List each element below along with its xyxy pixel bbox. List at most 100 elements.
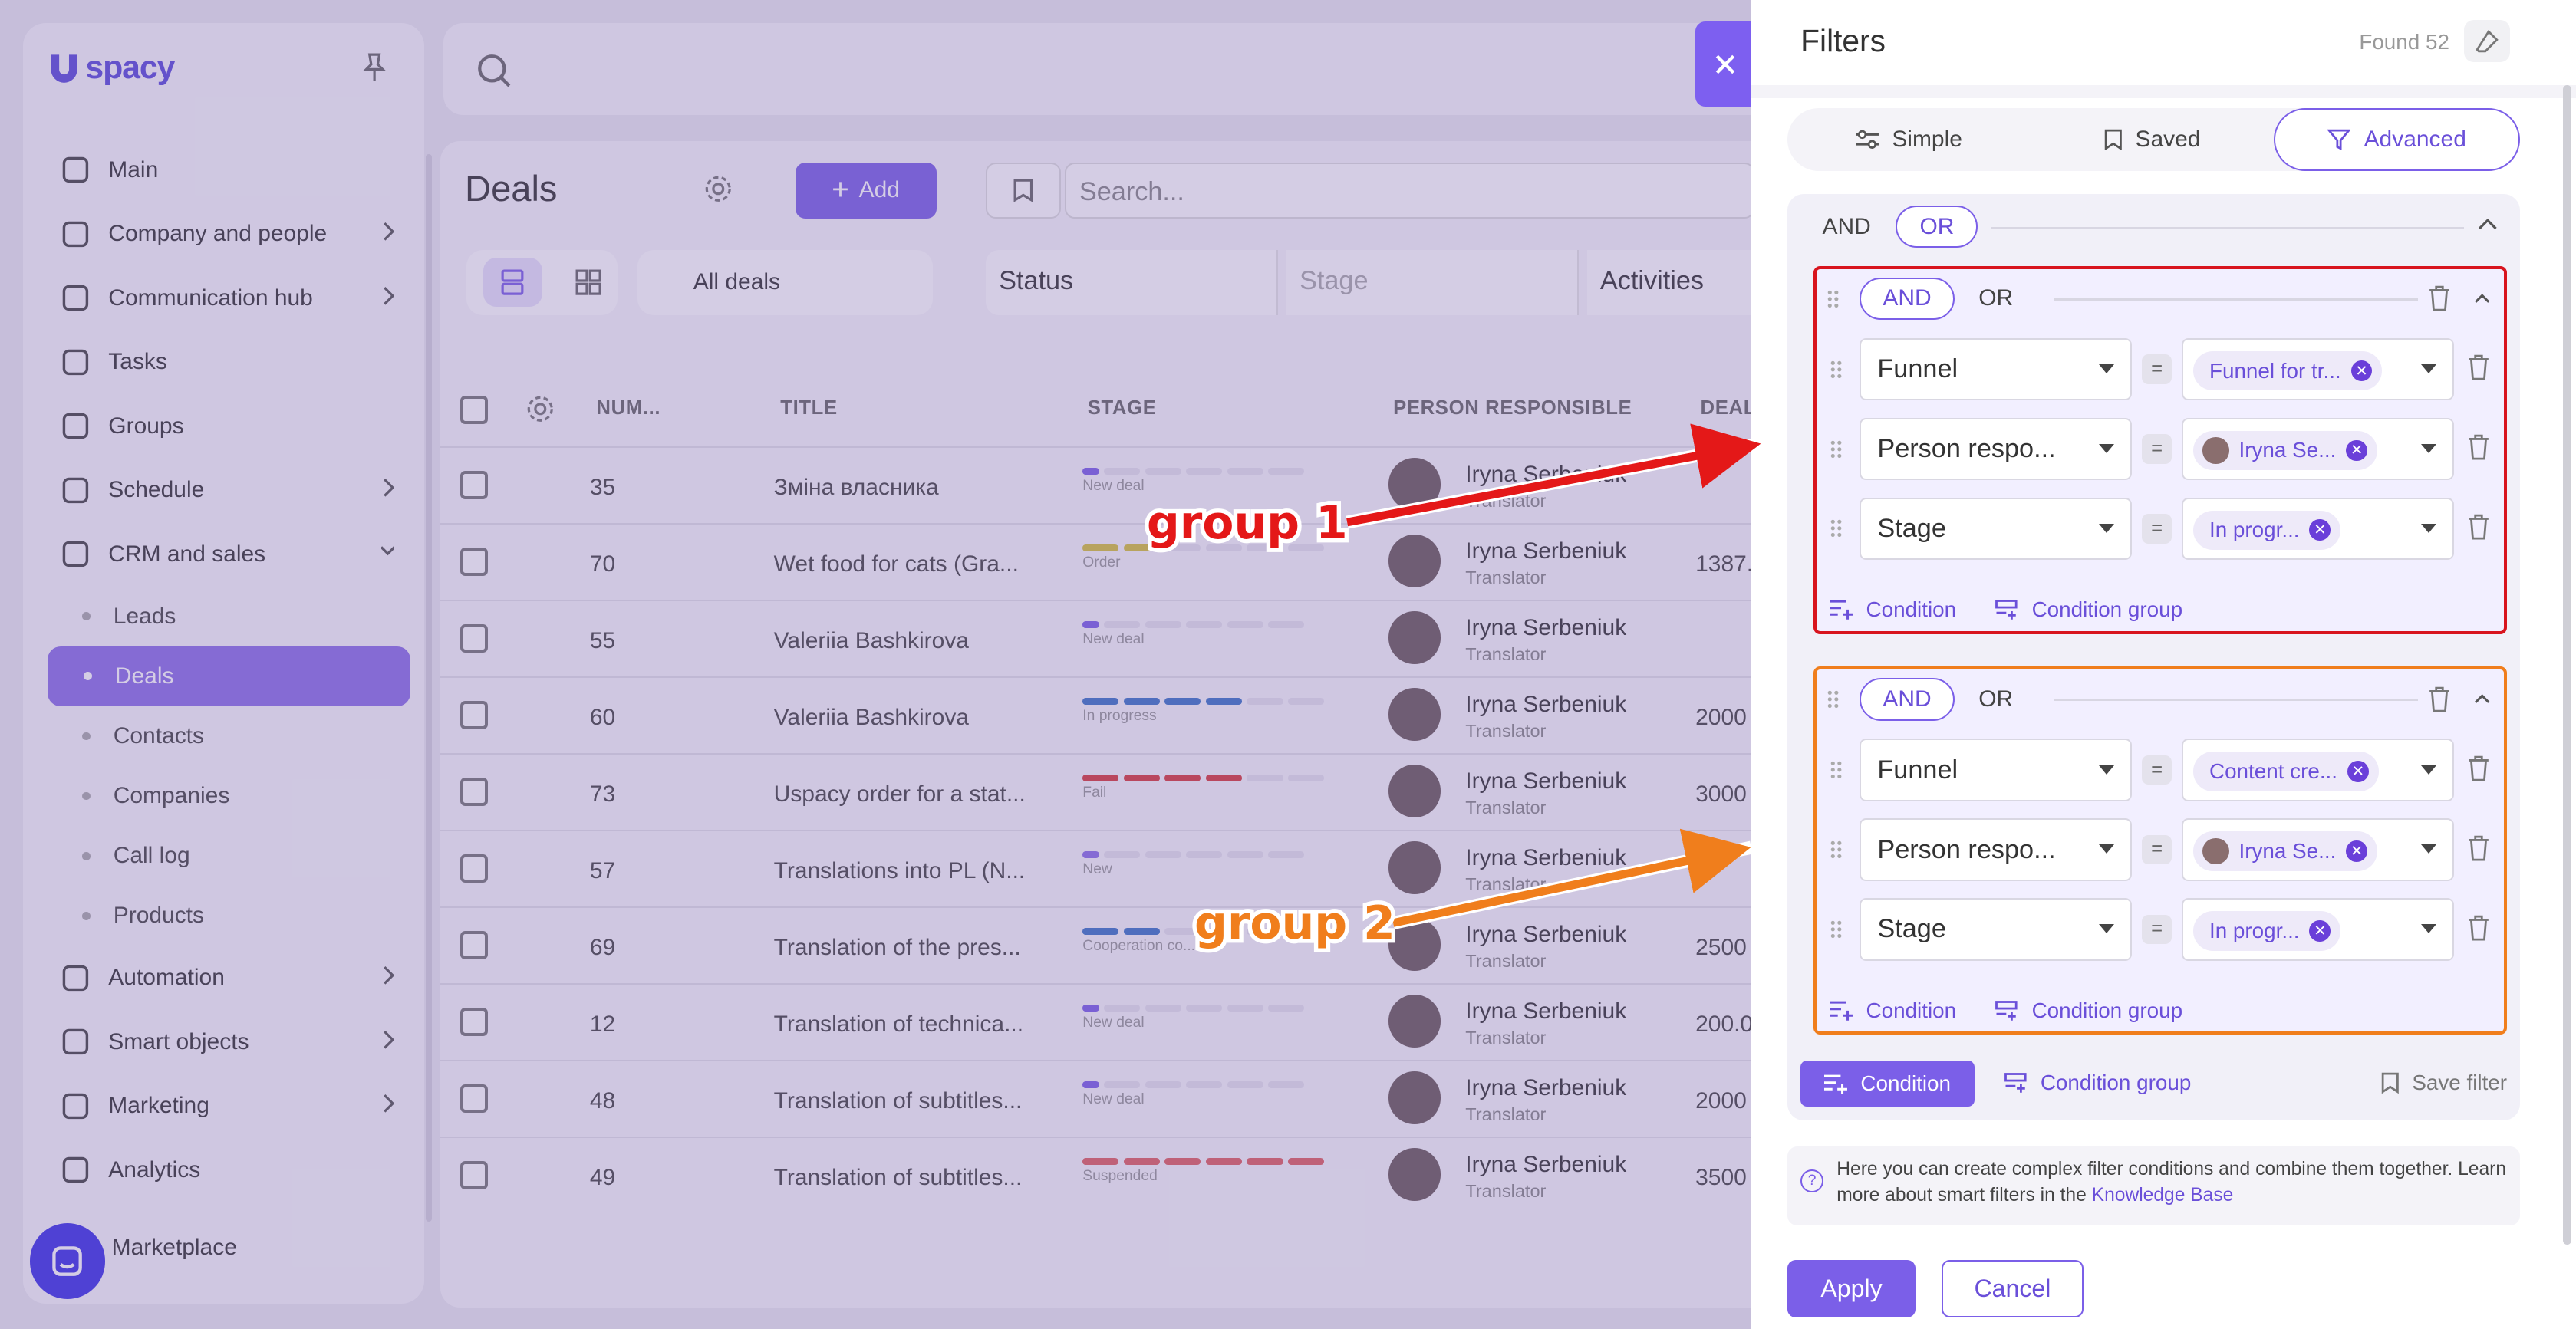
group-actions: Condition Condition group — [1830, 998, 2182, 1023]
equals-operator-icon[interactable]: = — [2142, 514, 2172, 544]
equals-operator-icon[interactable]: = — [2142, 755, 2172, 785]
group-add-condition-group-button[interactable]: Condition group — [1995, 597, 2182, 622]
drag-handle-icon[interactable] — [1830, 840, 1843, 860]
chip-label: In progr... — [2209, 518, 2300, 542]
delete-condition-trash-icon[interactable] — [2467, 434, 2490, 460]
remove-chip-icon[interactable]: ✕ — [2309, 519, 2331, 541]
panel-scrollbar[interactable] — [2562, 85, 2571, 1245]
group-add-condition-group-label: Condition group — [2031, 597, 2183, 622]
drag-handle-icon[interactable] — [1830, 919, 1843, 939]
group-add-condition-button[interactable]: Condition — [1830, 597, 1956, 622]
group-and-toggle[interactable]: AND — [1859, 277, 1955, 321]
equals-operator-icon[interactable]: = — [2142, 834, 2172, 865]
delete-condition-trash-icon[interactable] — [2467, 514, 2490, 540]
drag-handle-icon[interactable] — [1830, 439, 1843, 459]
delete-group-trash-icon[interactable] — [2428, 285, 2451, 311]
tab-advanced-label: Advanced — [2364, 127, 2466, 153]
field-label: Person respo... — [1877, 834, 2056, 864]
condition-field-select[interactable]: Person respo... — [1859, 417, 2133, 481]
close-icon — [1715, 54, 1734, 74]
condition-field-select[interactable]: Person respo... — [1859, 818, 2133, 881]
drag-handle-icon[interactable] — [1830, 518, 1843, 538]
panel-title: Filters — [1800, 22, 1886, 58]
condition-row: Funnel = Funnel for tr... ✕ — [1817, 337, 2506, 404]
field-label: Person respo... — [1877, 434, 2056, 463]
remove-chip-icon[interactable]: ✕ — [2350, 360, 2373, 382]
found-count: Found 52 — [2359, 29, 2449, 54]
value-chip: In progr... ✕ — [2192, 510, 2341, 550]
delete-group-trash-icon[interactable] — [2428, 686, 2451, 712]
condition-group-icon — [1995, 600, 2018, 620]
outer-actions: Condition Condition group Save filter — [1800, 1061, 2507, 1107]
save-filter-label: Save filter — [2412, 1071, 2508, 1095]
value-chip: Iryna Se... ✕ — [2192, 430, 2377, 471]
condition-field-select[interactable]: Funnel — [1859, 739, 2133, 801]
condition-value-select[interactable]: In progr... ✕ — [2181, 898, 2455, 961]
clear-filters-button[interactable] — [2464, 19, 2511, 63]
collapse-chevron-icon[interactable] — [2474, 692, 2490, 704]
group-add-condition-group-button[interactable]: Condition group — [1995, 998, 2182, 1023]
remove-chip-icon[interactable]: ✕ — [2346, 439, 2368, 462]
delete-condition-trash-icon[interactable] — [2467, 755, 2490, 781]
dropdown-caret-icon — [2420, 924, 2436, 933]
condition-field-select[interactable]: Funnel — [1859, 337, 2133, 401]
condition-value-select[interactable]: Content cre... ✕ — [2181, 739, 2455, 801]
delete-condition-trash-icon[interactable] — [2467, 915, 2490, 941]
add-condition-button[interactable]: Condition — [1800, 1061, 1975, 1107]
group-or-toggle[interactable]: OR — [1965, 278, 2027, 321]
condition-value-select[interactable]: In progr... ✕ — [2181, 497, 2455, 560]
filter-mode-tabs: Simple Saved Advanced — [1787, 108, 2521, 171]
group-or-toggle[interactable]: OR — [1965, 678, 2027, 721]
group-add-condition-button[interactable]: Condition — [1830, 998, 1956, 1023]
condition-row: Stage = In progr... ✕ — [1817, 497, 2506, 564]
annotation-group-2: group 2 — [1191, 893, 1400, 955]
tab-saved-label: Saved — [2135, 127, 2201, 153]
dropdown-caret-icon — [2099, 443, 2115, 453]
delete-condition-trash-icon[interactable] — [2467, 354, 2490, 380]
remove-chip-icon[interactable]: ✕ — [2309, 919, 2331, 942]
add-condition-group-button[interactable]: Condition group — [2004, 1071, 2192, 1095]
close-panel-button[interactable] — [1695, 21, 1755, 107]
group-add-condition-label: Condition — [1866, 597, 1957, 622]
chip-label: In progr... — [2209, 918, 2300, 942]
dropdown-caret-icon — [2099, 924, 2115, 933]
outer-and-toggle[interactable]: AND — [1807, 206, 1886, 248]
dropdown-caret-icon — [2099, 765, 2115, 775]
condition-value-select[interactable]: Funnel for tr... ✕ — [2181, 337, 2455, 401]
collapse-chevron-icon[interactable] — [2474, 292, 2490, 304]
collapse-chevron-icon[interactable] — [2478, 217, 2498, 230]
remove-chip-icon[interactable]: ✕ — [2346, 840, 2368, 862]
group-actions: Condition Condition group — [1830, 597, 2182, 622]
drag-handle-icon[interactable] — [1827, 689, 1840, 709]
chip-label: Funnel for tr... — [2209, 358, 2341, 383]
drag-handle-icon[interactable] — [1827, 289, 1840, 309]
value-chip: In progr... ✕ — [2192, 911, 2341, 951]
field-label: Funnel — [1877, 354, 1958, 384]
condition-value-select[interactable]: Iryna Se... ✕ — [2181, 417, 2455, 481]
info-box: ? Here you can create complex filter con… — [1787, 1146, 2521, 1225]
apply-button[interactable]: Apply — [1787, 1259, 1916, 1317]
add-condition-group-label: Condition group — [2040, 1071, 2192, 1095]
condition-value-select[interactable]: Iryna Se... ✕ — [2181, 818, 2455, 881]
tab-simple[interactable]: Simple — [1787, 108, 2031, 170]
filter-funnel-icon — [2327, 129, 2351, 150]
tab-saved[interactable]: Saved — [2031, 108, 2274, 170]
drag-handle-icon[interactable] — [1830, 760, 1843, 780]
equals-operator-icon[interactable]: = — [2142, 914, 2172, 945]
tab-advanced[interactable]: Advanced — [2274, 108, 2521, 171]
drag-handle-icon[interactable] — [1830, 360, 1843, 380]
modal-overlay[interactable] — [0, 0, 1751, 1329]
save-filter-button[interactable]: Save filter — [2381, 1071, 2507, 1095]
condition-field-select[interactable]: Stage — [1859, 497, 2133, 560]
group-add-condition-group-label: Condition group — [2031, 998, 2183, 1022]
cancel-button[interactable]: Cancel — [1942, 1259, 2084, 1317]
delete-condition-trash-icon[interactable] — [2467, 835, 2490, 861]
remove-chip-icon[interactable]: ✕ — [2347, 761, 2369, 782]
group-and-toggle[interactable]: AND — [1859, 678, 1955, 721]
equals-operator-icon[interactable]: = — [2142, 434, 2172, 464]
condition-field-select[interactable]: Stage — [1859, 898, 2133, 961]
knowledge-base-link[interactable]: Knowledge Base — [2092, 1185, 2234, 1206]
dropdown-caret-icon — [2099, 523, 2115, 533]
outer-or-toggle[interactable]: OR — [1896, 205, 1978, 248]
equals-operator-icon[interactable]: = — [2142, 354, 2172, 384]
